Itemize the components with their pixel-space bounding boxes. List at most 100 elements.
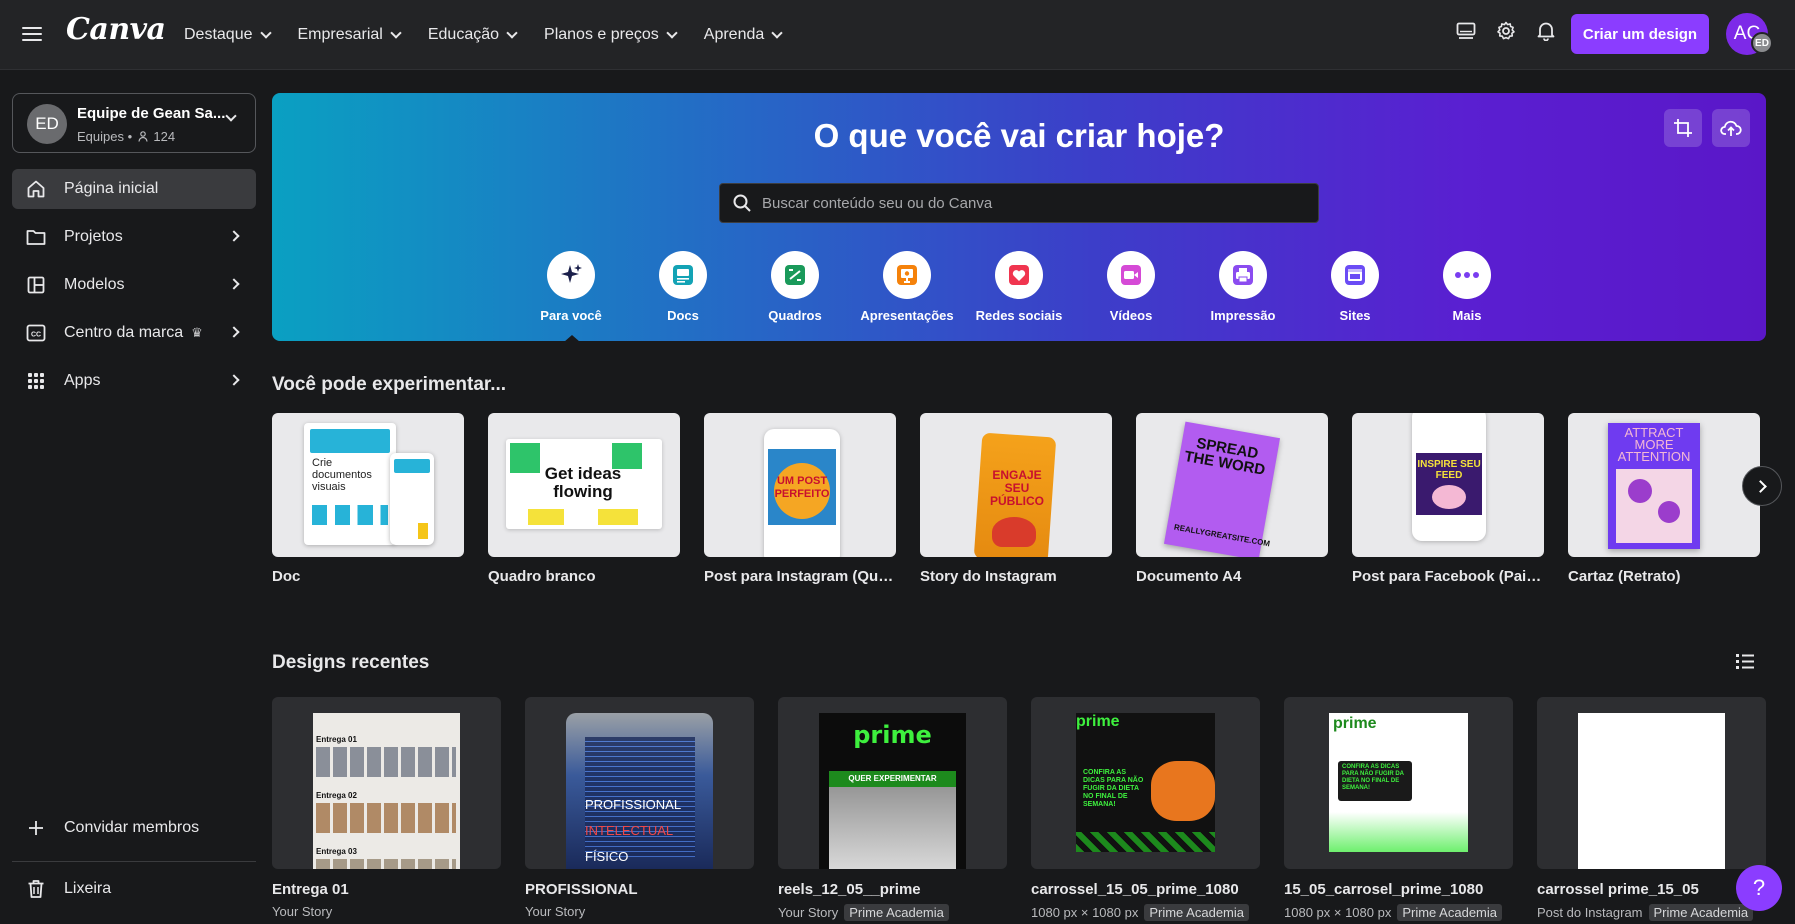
template-whiteboard[interactable]: Get ideas flowing Quadro branco <box>488 413 680 585</box>
project-tag: Prime Academia <box>1648 904 1754 921</box>
nav-label: Destaque <box>184 26 253 43</box>
list-view-icon[interactable] <box>1735 652 1757 672</box>
category-para-voce[interactable]: Para você <box>521 251 621 342</box>
entrega-row-label: Entrega 01 <box>316 735 357 744</box>
design-title: PROFISSIONAL <box>525 881 638 898</box>
nav-destaque[interactable]: Destaque <box>184 26 272 44</box>
sidebar-item-trash[interactable]: Lixeira <box>12 869 256 909</box>
recent-design-card[interactable]: prime CONFIRA AS DICAS PARA NÃO FUGIR DA… <box>1284 697 1513 921</box>
sidebar-item-brand[interactable]: CC Centro da marca ♛ <box>12 313 256 353</box>
design-thumbnail: prime QUER EXPERIMENTAR <box>778 697 1007 869</box>
person-icon <box>138 131 148 142</box>
design-meta: 1080 px × 1080 px Prime Academia <box>1031 904 1260 921</box>
home-icon <box>26 179 46 199</box>
sidebar-item-projects[interactable]: Projetos <box>12 217 256 257</box>
trash-label: Lixeira <box>64 880 112 897</box>
team-switcher[interactable]: ED Equipe de Gean Sa... Equipes • 124 <box>12 93 256 153</box>
chevron-down-icon <box>506 27 518 39</box>
insta-thumb-text: UM POST PERFEITO <box>774 475 830 500</box>
invite-members-button[interactable]: Convidar membros <box>12 808 256 848</box>
prime-logo-text: prime <box>853 721 932 749</box>
category-apresentacoes[interactable]: Apresentações <box>857 251 957 323</box>
plus-icon <box>26 818 46 838</box>
category-label: Vídeos <box>1109 308 1153 323</box>
layout-icon <box>26 275 46 295</box>
category-mais[interactable]: Mais <box>1417 251 1517 323</box>
template-label: Story do Instagram <box>920 568 1057 585</box>
category-impressao[interactable]: Impressão <box>1193 251 1293 323</box>
create-design-button[interactable]: Criar um design <box>1571 14 1709 54</box>
template-facebook-post[interactable]: INSPIRE SEU FEED Post para Facebook (Pai… <box>1352 413 1544 585</box>
category-label: Sites <box>1339 308 1371 323</box>
template-poster[interactable]: ATTRACT MORE ATTENTION Cartaz (Retrato) <box>1568 413 1760 585</box>
hero-title: O que você vai criar hoje? <box>813 117 1225 154</box>
presentation-icon <box>883 251 931 299</box>
recent-design-card[interactable]: prime CONFIRA AS DICAS PARA NÃO FUGIR DA… <box>1031 697 1260 921</box>
sidebar-item-apps[interactable]: Apps <box>12 361 256 401</box>
template-a4-document[interactable]: SPREAD THE WORD REALLYGREATSITE.COM Docu… <box>1136 413 1328 585</box>
fb-thumb-text: INSPIRE SEU FEED <box>1417 459 1481 481</box>
nav-educacao[interactable]: Educação <box>427 26 518 44</box>
help-button[interactable]: ? <box>1736 865 1782 911</box>
design-thumbnail: Entrega 01 Entrega 02 Entrega 03 <box>272 697 501 869</box>
story-thumb-text: ENGAJE SEU PÚBLICO <box>990 468 1044 508</box>
svg-text:CC: CC <box>31 332 41 339</box>
poster-thumb-text: ATTRACT MORE ATTENTION <box>1617 425 1691 464</box>
sidebar-item-templates[interactable]: Modelos <box>12 265 256 305</box>
sidebar-item-label: Modelos <box>64 276 125 293</box>
notification-bell-icon[interactable] <box>1535 20 1557 42</box>
template-thumbnail: ENGAJE SEU PÚBLICO <box>920 413 1112 557</box>
nav-label: Educação <box>427 26 500 43</box>
category-sites[interactable]: Sites <box>1305 251 1405 323</box>
suggestions-title: Você pode experimentar... <box>272 374 507 395</box>
category-videos[interactable]: Vídeos <box>1081 251 1181 323</box>
search-input[interactable] <box>762 184 1302 222</box>
entrega-row-label: Entrega 02 <box>316 791 357 800</box>
recent-design-card[interactable]: carrossel prime_15_05 Post do Instagram P… <box>1537 697 1766 921</box>
nav-planos[interactable]: Planos e preços <box>544 26 678 44</box>
chevron-down-icon <box>666 27 678 39</box>
canva-logo[interactable]: Canva <box>66 12 166 47</box>
design-meta: Post do Instagram Prime Academia <box>1537 904 1766 921</box>
chevron-right-icon <box>228 230 240 242</box>
template-thumbnail: Get ideas flowing <box>488 413 680 557</box>
sidebar-item-home[interactable]: Página inicial <box>12 169 256 209</box>
design-meta: Your Story <box>272 904 501 919</box>
recent-design-card[interactable]: PROFISSIONAL INTELECTUAL FÍSICO PROFISSI… <box>525 697 754 919</box>
nav-aprenda[interactable]: Aprenda <box>704 26 783 44</box>
template-label: Doc <box>272 568 301 585</box>
search-bar[interactable] <box>719 183 1319 223</box>
recent-design-card[interactable]: Entrega 01 Entrega 02 Entrega 03 Entrega… <box>272 697 501 919</box>
template-thumbnail: Crie documentos visuais <box>272 413 464 557</box>
nav-empresarial[interactable]: Empresarial <box>298 26 402 44</box>
sparkle-icon <box>547 251 595 299</box>
nav-label: Planos e preços <box>544 26 659 43</box>
sidebar-item-label: Página inicial <box>64 180 159 197</box>
custom-size-button[interactable] <box>1664 109 1702 147</box>
category-label: Impressão <box>1210 308 1276 323</box>
category-row: Para você Docs Quadros Apresentações Red… <box>272 251 1766 342</box>
template-instagram-story[interactable]: ENGAJE SEU PÚBLICO Story do Instagram <box>920 413 1112 585</box>
template-doc[interactable]: Crie documentos visuais Doc <box>272 413 464 585</box>
folder-icon <box>26 227 46 247</box>
carousel-next-button[interactable] <box>1742 466 1782 506</box>
template-instagram-post[interactable]: UM POST PERFEITO Post para Instagram (Qu… <box>704 413 896 585</box>
resize-icon <box>1674 119 1692 137</box>
prof-thumb-line: FÍSICO <box>585 849 629 864</box>
design-meta: Your Story Prime Academia <box>778 904 1007 921</box>
settings-gear-icon[interactable] <box>1495 20 1517 42</box>
whiteboard-icon <box>771 251 819 299</box>
recent-design-card[interactable]: prime QUER EXPERIMENTAR reels_12_05__pri… <box>778 697 1007 921</box>
desktop-app-icon[interactable] <box>1455 20 1477 42</box>
upload-button[interactable] <box>1712 109 1750 147</box>
prime-logo-text: prime <box>1076 713 1120 730</box>
doc-icon <box>659 251 707 299</box>
chevron-down-icon <box>259 27 272 39</box>
menu-icon[interactable] <box>22 24 42 44</box>
category-quadros[interactable]: Quadros <box>745 251 845 323</box>
category-docs[interactable]: Docs <box>633 251 733 323</box>
category-redes-sociais[interactable]: Redes sociais <box>969 251 1069 323</box>
site-icon <box>1331 251 1379 299</box>
design-meta: Your Story <box>525 904 754 919</box>
template-thumbnail: ATTRACT MORE ATTENTION <box>1568 413 1760 557</box>
